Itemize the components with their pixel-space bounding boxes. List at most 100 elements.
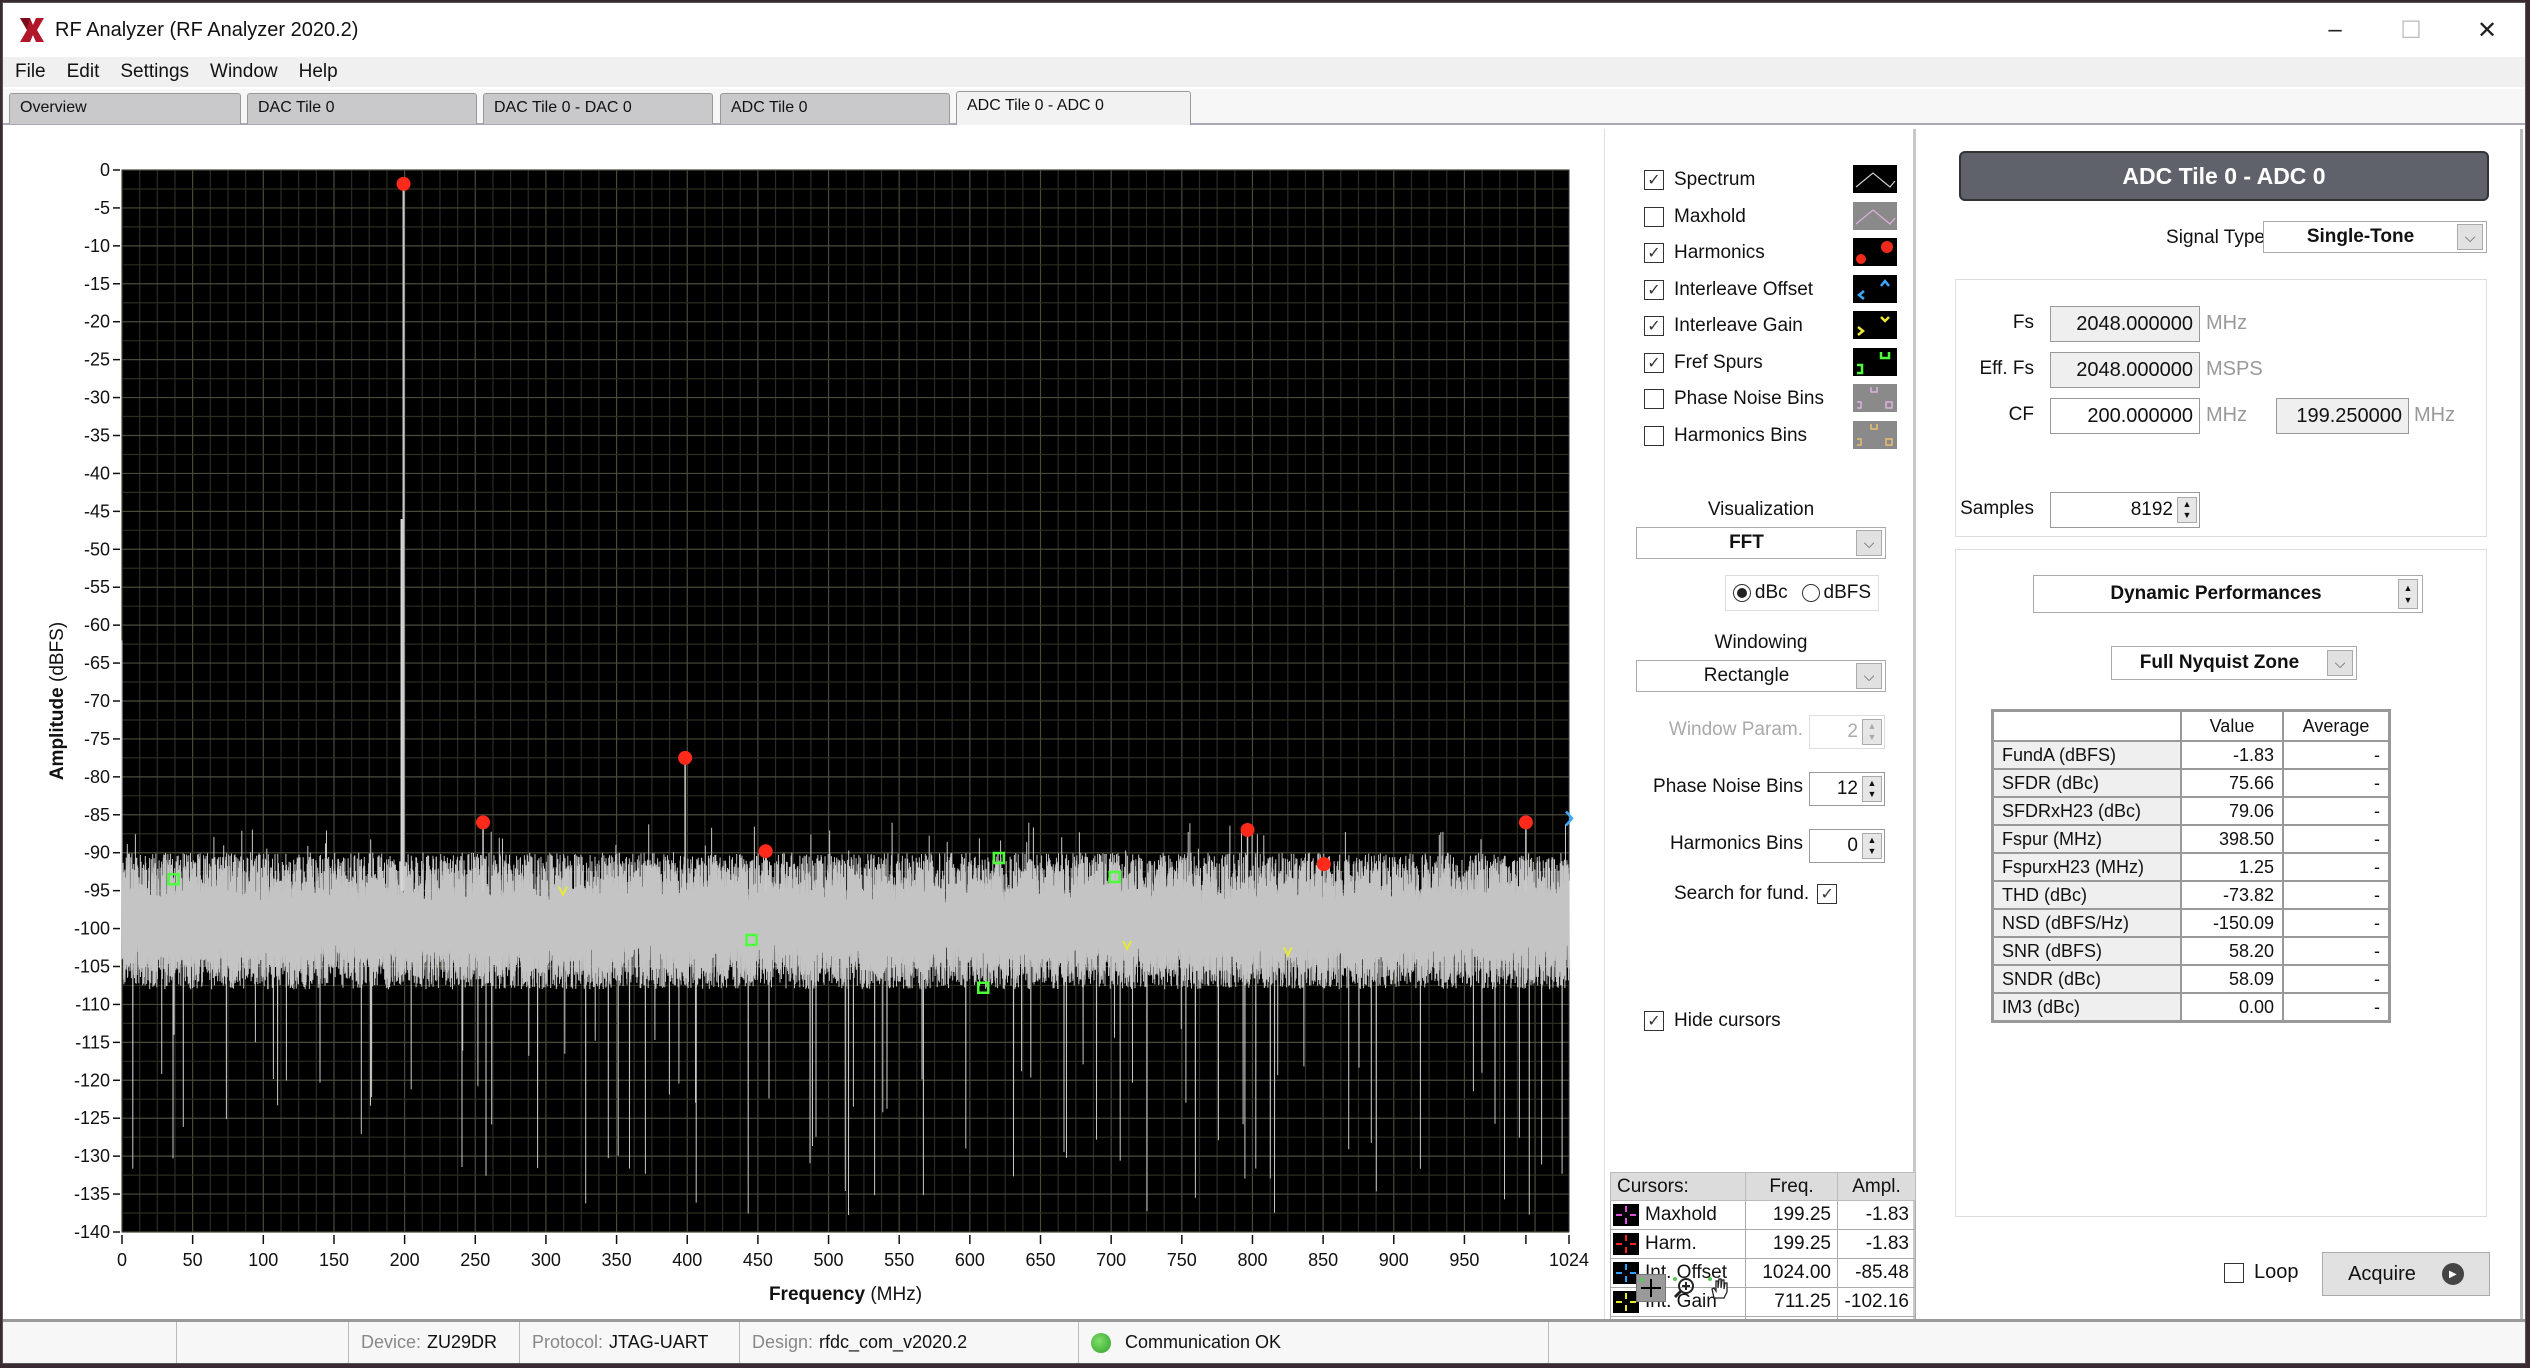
legend-checkbox-maxhold[interactable] [1644, 206, 1664, 227]
menu-file[interactable]: File [3, 61, 55, 83]
legend-swatch-maxhold-icon[interactable] [1853, 201, 1899, 232]
loop-checkbox[interactable] [2224, 1262, 2244, 1283]
hand-icon [1708, 1277, 1728, 1299]
cf-input[interactable]: 200.000000 [2050, 398, 2200, 434]
legend-checkbox-spectrum[interactable]: ✓ [1644, 170, 1664, 190]
tab-dac-tile-0-dac-0[interactable]: DAC Tile 0 - DAC 0 [483, 93, 713, 124]
tab-overview[interactable]: Overview [9, 93, 241, 124]
y-tick-label: -115 [75, 1032, 110, 1052]
spin-arrows-icon[interactable]: ▲ ▼ [2398, 579, 2418, 609]
tab-dac-tile-0[interactable]: DAC Tile 0 [247, 93, 477, 124]
perf-value: 79.06 [2181, 797, 2283, 825]
legend-checkbox-phase-noise-bins[interactable] [1644, 389, 1664, 409]
x-tick-label: 550 [884, 1250, 914, 1270]
status-led-icon [1091, 1332, 1111, 1353]
y-tick-label: -35 [84, 426, 110, 446]
marker-harmonics[interactable] [678, 750, 693, 765]
y-tick-label: -30 [84, 388, 110, 408]
perf-metric: SFDRxH23 (dBc) [1993, 797, 2181, 825]
cursor-row[interactable]: Harm. 199.25 -1.83 [1610, 1229, 1916, 1259]
eff-fs-field: 2048.000000 [2050, 352, 2200, 388]
zone-select[interactable]: Full Nyquist Zone ⌵ [2111, 646, 2357, 680]
y-tick-label: -55 [84, 577, 110, 597]
tab-adc-tile-0-adc-0[interactable]: ADC Tile 0 - ADC 0 [956, 91, 1191, 125]
legend-swatch-pn-bins-icon[interactable] [1853, 384, 1899, 414]
spin-arrows-icon[interactable]: ▲ ▼ [1862, 776, 1882, 802]
minimize-button[interactable]: – [2297, 3, 2373, 57]
radio-dbc[interactable]: dBc [1732, 582, 1788, 604]
marker-harmonics[interactable] [476, 815, 491, 830]
legend-swatch-harmonics-icon[interactable] [1853, 238, 1899, 268]
legend-label: Fref Spurs [1674, 351, 1763, 373]
legend-swatch-harm-bins-icon[interactable] [1853, 420, 1899, 451]
legend-checkbox-harmonics[interactable]: ✓ [1644, 243, 1664, 263]
marker-harmonics[interactable] [1316, 857, 1331, 872]
marker-harmonics[interactable] [1518, 815, 1533, 830]
marker-harmonics[interactable] [1240, 822, 1255, 837]
phase-noise-bins-stepper[interactable]: 12 ▲ ▼ [1809, 772, 1885, 806]
legend-item-harmonics-bins: Harmonics Bins [1644, 421, 1807, 451]
visualization-select[interactable]: FFT ⌵ [1636, 527, 1886, 559]
pan-tool-button[interactable] [1704, 1274, 1734, 1302]
samples-stepper[interactable]: 8192 ▲ ▼ [2050, 492, 2200, 528]
spin-arrows-icon[interactable]: ▲ ▼ [2177, 497, 2197, 523]
legend-item-interleave-offset: ✓ Interleave Offset [1644, 275, 1813, 305]
legend-checkbox-harmonics-bins[interactable] [1644, 425, 1664, 446]
perf-row: SNR (dBFS) 58.20- [1993, 937, 2389, 965]
cursor-row[interactable]: Maxhold 199.25 -1.83 [1610, 1200, 1916, 1230]
legend-swatch-int-offset-icon[interactable] [1853, 274, 1899, 305]
window-param-label: Window Param. [1668, 719, 1803, 740]
loop-row: Loop [2224, 1261, 2299, 1284]
y-tick-label: -110 [75, 994, 110, 1014]
radio-dbfs-label: dBFS [1823, 582, 1872, 603]
status-device: Device: ZU29DR [349, 1322, 520, 1363]
legend-swatch-int-gain-icon[interactable] [1853, 311, 1899, 341]
menu-window[interactable]: Window [198, 61, 287, 83]
windowing-select[interactable]: Rectangle ⌵ [1636, 660, 1886, 692]
legend-checkbox-fref-spurs[interactable]: ✓ [1644, 352, 1664, 373]
window-param-stepper: 2 ▲ ▼ [1809, 715, 1885, 749]
radio-dbfs[interactable]: dBFS [1801, 582, 1872, 604]
legend-label: Harmonics Bins [1674, 424, 1808, 446]
y-tick-label: -25 [84, 350, 110, 370]
phase-noise-bins-value: 12 [1836, 778, 1858, 799]
perf-metric: SNDR (dBc) [1993, 965, 2181, 993]
legend-swatch-fref-icon[interactable] [1853, 347, 1899, 378]
cursor-tool-button[interactable] [1636, 1274, 1666, 1302]
marker-harmonics[interactable] [396, 176, 411, 191]
x-tick-label: 750 [1167, 1250, 1197, 1270]
device-value: ZU29DR [427, 1332, 498, 1352]
marker-harmonics[interactable] [758, 844, 773, 859]
design-value: rfdc_com_v2020.2 [819, 1332, 968, 1352]
status-communication: Communication OK [1079, 1322, 1549, 1363]
spectrum-chart[interactable]: 0 -5 -10 -15 -20 -25 -30 -35 -40 -45 -50 -55 -60 -65 -… [5, 129, 1605, 1319]
xilinx-logo-icon [20, 18, 44, 42]
perf-mode-select[interactable]: Dynamic Performances ▲ ▼ [2033, 575, 2423, 613]
hide-cursors-row: ✓ Hide cursors [1644, 1006, 1781, 1036]
perf-row: Fspur (MHz) 398.50- [1993, 825, 2389, 853]
harmonics-bins-stepper[interactable]: 0 ▲ ▼ [1809, 829, 1885, 863]
y-tick-label: -90 [84, 843, 110, 863]
menu-help[interactable]: Help [287, 61, 347, 83]
acquire-button[interactable]: Acquire ▶ [2322, 1252, 2490, 1296]
search-fund-checkbox[interactable]: ✓ [1817, 884, 1838, 904]
cursor-name-cell: Harm. [1610, 1229, 1746, 1259]
legend-checkbox-interleave-gain[interactable]: ✓ [1644, 316, 1664, 336]
legend-checkbox-interleave-offset[interactable]: ✓ [1644, 279, 1664, 300]
menu-edit[interactable]: Edit [55, 61, 109, 83]
signal-type-select[interactable]: Single-Tone ⌵ [2263, 221, 2487, 253]
menu-settings[interactable]: Settings [108, 61, 198, 83]
perf-row: THD (dBc) -73.82- [1993, 881, 2389, 909]
maximize-button[interactable]: ☐ [2373, 3, 2449, 57]
close-button[interactable]: ✕ [2449, 3, 2525, 57]
y-tick-label: -125 [74, 1108, 110, 1128]
hide-cursors-checkbox[interactable]: ✓ [1644, 1011, 1664, 1031]
chevron-down-icon: ⌵ [1856, 530, 1882, 556]
zoom-tool-button[interactable] [1670, 1274, 1700, 1302]
unit-radio-group: dBc dBFS [1725, 575, 1879, 611]
spin-arrows-icon[interactable]: ▲ ▼ [1862, 833, 1882, 859]
cursor-freq: 199.25 [1745, 1200, 1838, 1230]
legend-swatch-spectrum-icon[interactable] [1853, 165, 1899, 195]
cursor-freq: 711.25 [1745, 1287, 1838, 1317]
tab-adc-tile-0[interactable]: ADC Tile 0 [720, 93, 950, 124]
